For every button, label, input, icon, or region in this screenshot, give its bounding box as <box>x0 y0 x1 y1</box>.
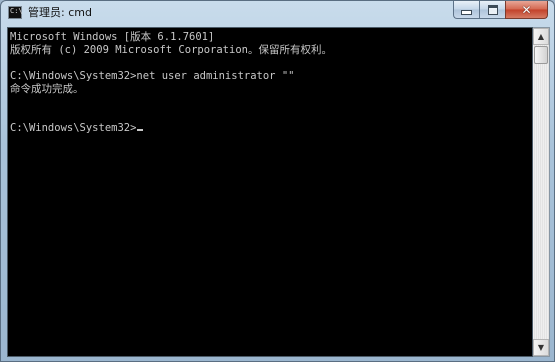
console-line-result: 命令成功完成。 <box>10 83 84 95</box>
console-line-version: Microsoft Windows [版本 6.1.7601] <box>10 31 215 43</box>
maximize-icon <box>487 4 498 15</box>
close-icon: ✕ <box>521 2 532 17</box>
scroll-up-button[interactable]: ▲ <box>533 28 549 45</box>
maximize-button[interactable] <box>479 1 505 19</box>
window-controls: ✕ <box>453 1 548 20</box>
scroll-down-button[interactable]: ▼ <box>533 339 549 356</box>
console-prompt: C:\Windows\System32> <box>10 122 137 134</box>
cmd-icon-glyph: C:\ <box>10 7 23 15</box>
text-cursor <box>137 129 144 131</box>
cmd-app-icon[interactable]: C:\ <box>8 6 23 19</box>
console-prompt-line[interactable]: C:\Windows\System32> <box>10 122 144 135</box>
close-button[interactable]: ✕ <box>505 1 548 19</box>
window-title: 管理员: cmd <box>28 6 92 19</box>
minimize-icon <box>461 10 472 15</box>
minimize-button[interactable] <box>453 1 479 19</box>
title-bar[interactable]: C:\ 管理员: cmd ✕ <box>1 1 554 27</box>
scroll-up-icon: ▲ <box>537 32 545 41</box>
console-line-command: C:\Windows\System32>net user administrat… <box>10 70 295 82</box>
console-line-copyright: 版权所有 (c) 2009 Microsoft Corporation。保留所有… <box>10 44 332 56</box>
scroll-down-icon: ▼ <box>537 343 545 352</box>
vertical-scrollbar[interactable]: ▲ ▼ <box>533 27 550 357</box>
console-output[interactable]: Microsoft Windows [版本 6.1.7601] 版权所有 (c)… <box>7 27 533 357</box>
scroll-track[interactable] <box>533 45 549 341</box>
cmd-window: C:\ 管理员: cmd ✕ Microsoft Windows [版本 6.1… <box>0 0 555 362</box>
scroll-thumb[interactable] <box>534 46 548 64</box>
